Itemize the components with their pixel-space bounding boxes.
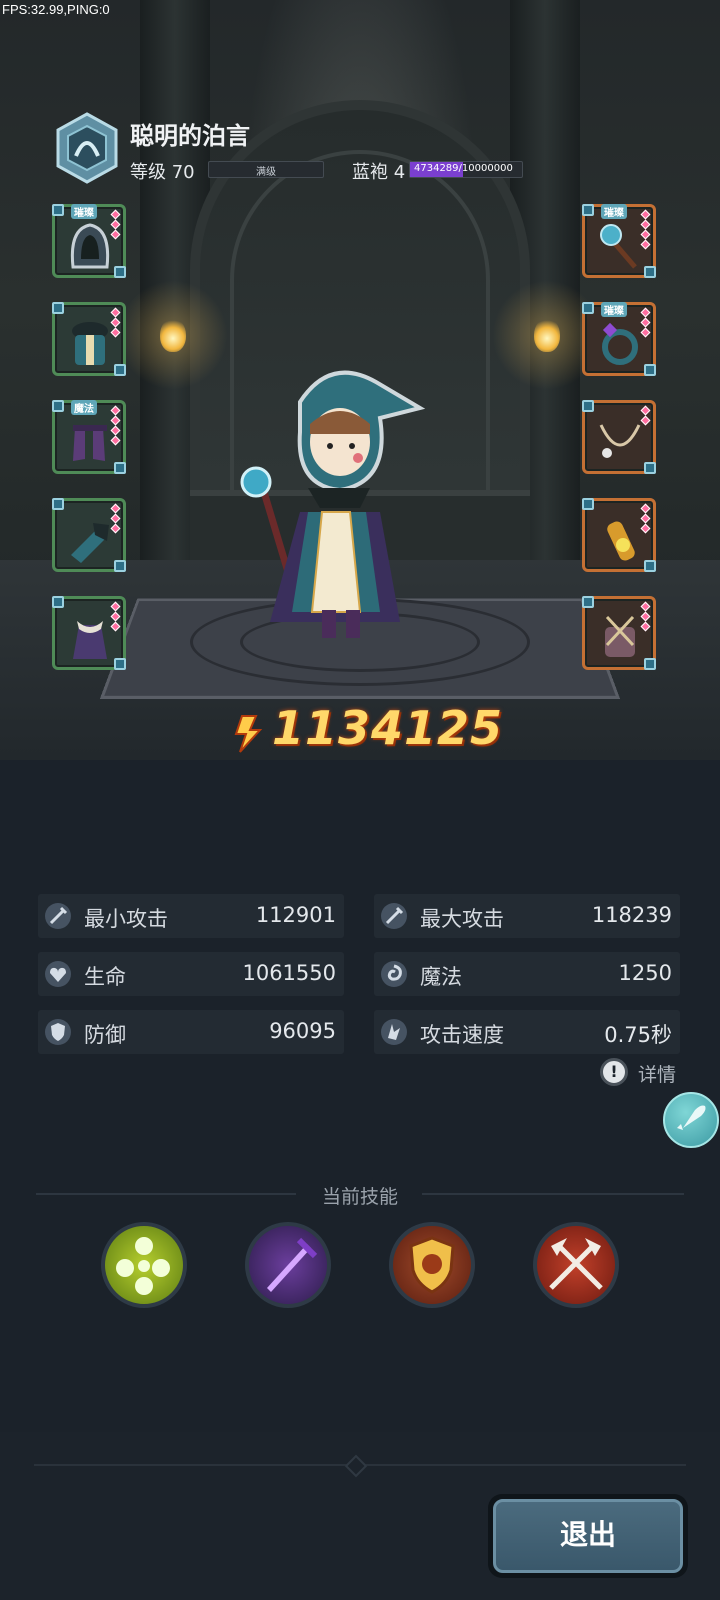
- equip-slot-armor[interactable]: [52, 302, 126, 376]
- shield-icon: [45, 1019, 71, 1045]
- skill-poison-bubbles[interactable]: [101, 1222, 187, 1308]
- gloves-icon: [71, 523, 109, 563]
- sword-icon: [45, 903, 71, 929]
- equip-slot-cloak[interactable]: [52, 596, 126, 670]
- skills-title: 当前技能: [321, 1186, 398, 1208]
- equip-slot-gloves[interactable]: [52, 498, 126, 572]
- slot-corner: [582, 302, 594, 314]
- skill-golden-crest[interactable]: [389, 1222, 475, 1308]
- exit-button-label: 退出: [493, 1499, 683, 1573]
- equip-slot-amulet[interactable]: [582, 498, 656, 572]
- slot-corner: [52, 204, 64, 216]
- stat-label: 最小攻击: [84, 907, 168, 931]
- slot-tag: 魔法: [71, 400, 97, 415]
- staff-icon: [600, 224, 637, 269]
- slot-tag: 璀璨: [71, 204, 97, 219]
- stat-hp: 生命 1061550: [38, 952, 344, 996]
- combat-power-value: 1134125: [272, 701, 504, 755]
- fps-readout: FPS:32.99,PING:0: [2, 2, 110, 17]
- slot-corner: [114, 462, 126, 474]
- slot-tag: 璀璨: [601, 204, 627, 219]
- hero-character: [240, 370, 426, 638]
- armor-icon: [72, 322, 108, 365]
- amulet-icon: [607, 521, 635, 561]
- slot-corner: [644, 462, 656, 474]
- slot-corner: [644, 658, 656, 670]
- stat-value: 1250: [618, 961, 672, 985]
- stat-value: 1061550: [242, 961, 336, 985]
- cloak-icon: [73, 621, 107, 659]
- equip-slot-hood[interactable]: 璀璨: [52, 204, 126, 278]
- slot-corner: [582, 498, 594, 510]
- wing-icon: [381, 1019, 407, 1045]
- hood-icon: [70, 223, 110, 269]
- stat-magic: 魔法 1250: [374, 952, 680, 996]
- slot-tag: 璀璨: [601, 302, 627, 317]
- relic-icon: [605, 615, 635, 657]
- necklace-icon: [599, 424, 641, 458]
- slot-corner: [582, 596, 594, 608]
- rocket-shortcut-button[interactable]: [663, 1092, 719, 1148]
- equip-slot-necklace[interactable]: [582, 400, 656, 474]
- slot-corner: [52, 400, 64, 412]
- rocket-icon: [677, 1105, 706, 1130]
- stat-label: 攻击速度: [420, 1023, 504, 1047]
- stat-value: 118239: [591, 903, 672, 927]
- stat-defense: 防御 96095: [38, 1010, 344, 1054]
- exp-bar: 4734289/10000000: [409, 161, 523, 178]
- boots-icon: [73, 425, 107, 461]
- sword-icon: [381, 903, 407, 929]
- stat-label: 生命: [84, 965, 126, 989]
- slot-corner: [644, 364, 656, 376]
- info-icon: !: [600, 1058, 628, 1086]
- bubbles-icon: [116, 1237, 170, 1295]
- level-bar: 满级: [208, 161, 324, 178]
- heart-icon: [45, 961, 71, 987]
- exp-bar-text: 4734289/10000000: [414, 163, 513, 174]
- stat-value: 0.75秒: [604, 1023, 672, 1047]
- stat-value: 96095: [269, 1019, 336, 1043]
- swirl-icon: [381, 961, 407, 987]
- rank-label: 蓝袍 4: [352, 162, 406, 183]
- stat-value: 112901: [255, 903, 336, 927]
- combat-power-icon: [234, 715, 263, 753]
- slot-corner: [52, 498, 64, 510]
- equip-slot-relic[interactable]: [582, 596, 656, 670]
- rank-emblem-icon: [56, 112, 118, 184]
- torch-right-icon: [534, 318, 560, 352]
- player-name: 聪明的泊言: [130, 122, 250, 150]
- equip-slot-ring[interactable]: 璀璨: [582, 302, 656, 376]
- stat-label: 魔法: [420, 965, 462, 989]
- equip-slot-staff[interactable]: 璀璨: [582, 204, 656, 278]
- stat-max-attack: 最大攻击 118239: [374, 894, 680, 938]
- skill-purple-sword[interactable]: [245, 1222, 331, 1308]
- slot-corner: [582, 400, 594, 412]
- equip-slot-boots[interactable]: 魔法: [52, 400, 126, 474]
- slot-corner: [644, 266, 656, 278]
- level-label: 等级 70: [130, 162, 195, 183]
- slot-corner: [114, 560, 126, 572]
- stat-label: 最大攻击: [420, 907, 504, 931]
- details-label: 详情: [638, 1064, 677, 1086]
- skill-crossed-axes[interactable]: [533, 1222, 619, 1308]
- stat-attack-speed: 攻击速度 0.75秒: [374, 1010, 680, 1054]
- level-bar-text: 满级: [256, 167, 276, 178]
- stat-label: 防御: [84, 1023, 126, 1047]
- crest-icon: [409, 1236, 455, 1294]
- slot-corner: [52, 302, 64, 314]
- sword-skill-icon: [267, 1237, 318, 1292]
- ring-icon: [602, 322, 638, 365]
- slot-corner: [582, 204, 594, 216]
- slot-corner: [114, 266, 126, 278]
- axes-icon: [549, 1238, 603, 1290]
- slot-corner: [52, 596, 64, 608]
- slot-corner: [114, 658, 126, 670]
- torch-left-icon: [160, 318, 186, 352]
- slot-corner: [644, 560, 656, 572]
- exit-button[interactable]: 退出: [488, 1494, 688, 1578]
- stat-min-attack: 最小攻击 112901: [38, 894, 344, 938]
- slot-corner: [114, 364, 126, 376]
